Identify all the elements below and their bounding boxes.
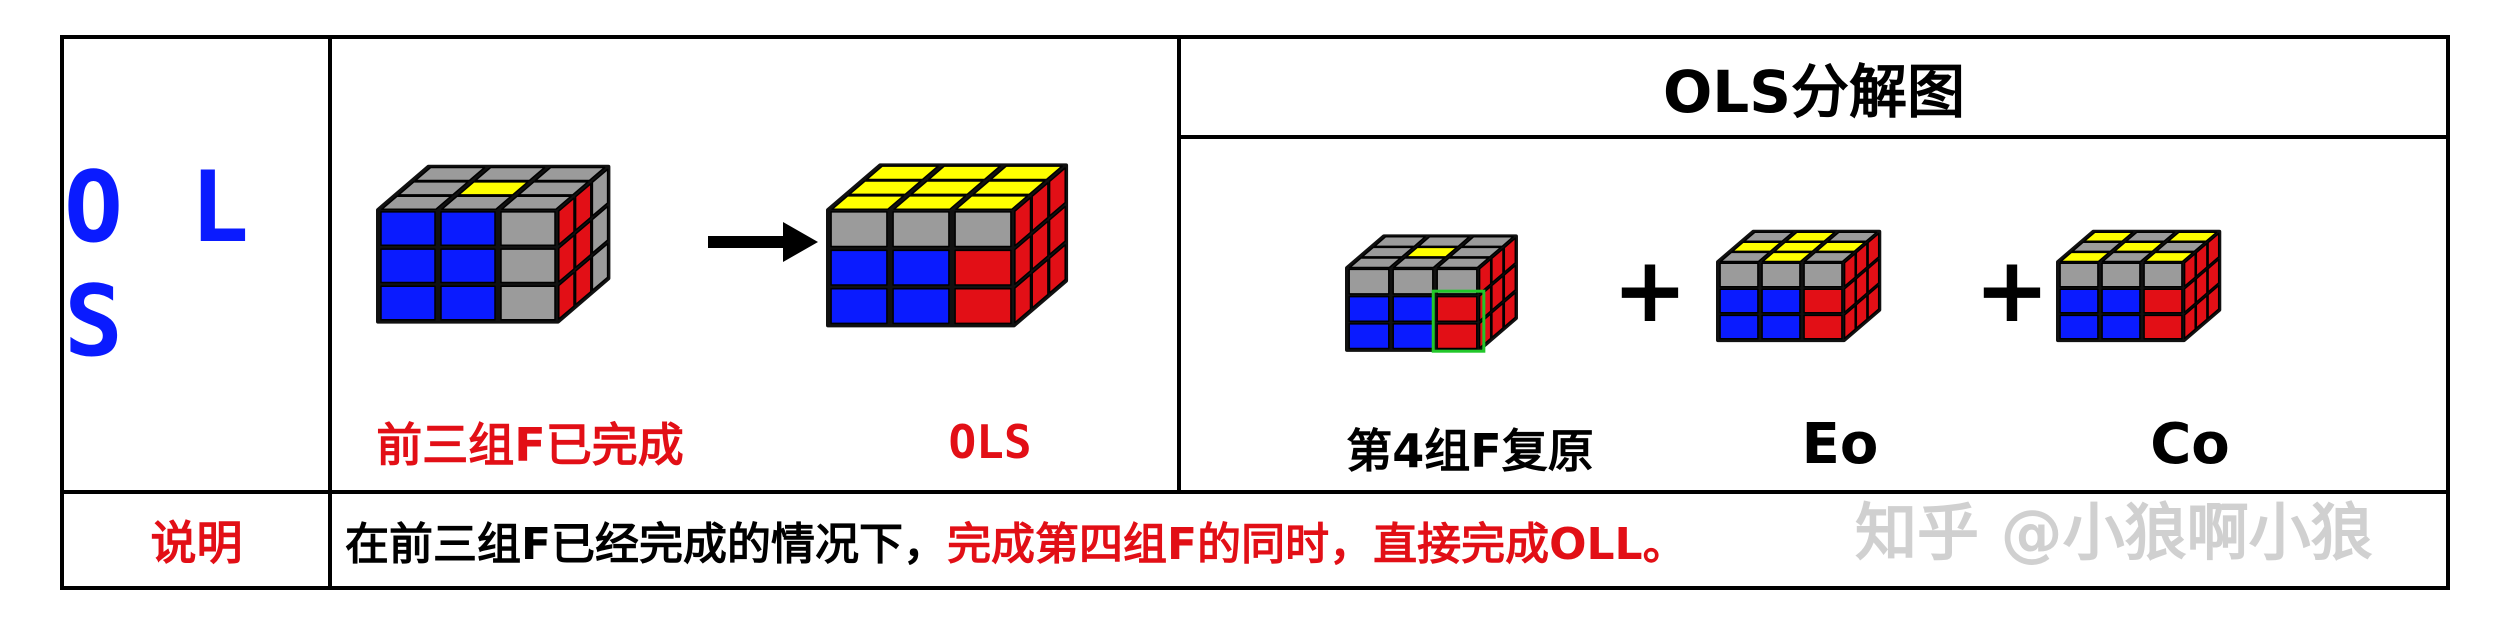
arrow-right-icon: [708, 222, 818, 262]
decomp-caption-2: Eo: [1801, 411, 1879, 477]
front-face-sticker: [830, 211, 888, 248]
front-face-sticker: [1348, 295, 1390, 322]
front-face-sticker: [1761, 288, 1801, 314]
front-face-sticker: [954, 288, 1012, 325]
front-face-sticker: [1348, 323, 1390, 350]
front-face-sticker: [1392, 295, 1434, 322]
watermark: 知乎 @小狼啊小狼: [1855, 496, 2373, 569]
explanation-text: 在前三组F已经完成的情况下， 完成第四组F的同时，直接完成OLL。: [345, 494, 1687, 586]
front-face-sticker: [1392, 323, 1434, 350]
explanation-text-black: 在前三组F已经完成的情况下，: [345, 519, 948, 570]
front-face-sticker: [2101, 288, 2141, 314]
front-face-sticker: [1719, 314, 1759, 340]
front-face-sticker: [954, 211, 1012, 248]
explanation-text-red: 完成第四组F的同时，直接完成OLL。: [947, 519, 1687, 570]
front-face-sticker: [380, 248, 436, 284]
explanation-label: 说明: [150, 516, 243, 570]
front-face-sticker: [2143, 262, 2183, 288]
front-face-sticker: [1803, 314, 1843, 340]
front-face-sticker: [500, 211, 556, 247]
front-face-sticker: [440, 285, 496, 321]
left-cube-caption: 前三组F已完成: [376, 418, 684, 472]
decomp-caption-1: 第4组F复原: [1346, 424, 1594, 478]
front-face-sticker: [380, 211, 436, 247]
front-face-sticker: [440, 211, 496, 247]
front-face-sticker: [1719, 288, 1759, 314]
front-face-sticker: [1436, 323, 1478, 350]
front-face-sticker: [1761, 262, 1801, 288]
cube-eo: [1716, 229, 1882, 343]
right-cube-caption: OLS: [948, 415, 1032, 469]
front-face-sticker: [1803, 288, 1843, 314]
front-face-sticker: [1761, 314, 1801, 340]
front-face-sticker: [830, 288, 888, 325]
front-face-sticker: [500, 285, 556, 321]
front-face-sticker: [2059, 314, 2099, 340]
plus-sign-2: +: [1974, 237, 2050, 343]
cube-f2l-done: [376, 164, 611, 324]
front-face-sticker: [380, 285, 436, 321]
front-face-sticker: [892, 288, 950, 325]
front-face-sticker: [2059, 288, 2099, 314]
front-face-sticker: [2143, 314, 2183, 340]
front-face-sticker: [892, 249, 950, 286]
front-face-sticker: [1436, 295, 1478, 322]
front-face-sticker: [830, 249, 888, 286]
front-face-sticker: [892, 211, 950, 248]
front-face-sticker: [2101, 314, 2141, 340]
front-face-sticker: [954, 249, 1012, 286]
front-face-sticker: [2143, 288, 2183, 314]
front-face-sticker: [500, 248, 556, 284]
front-face-sticker: [2101, 262, 2141, 288]
front-face-sticker: [1348, 268, 1390, 295]
cube-ols-result: [826, 163, 1069, 328]
front-face-sticker: [2059, 262, 2099, 288]
front-face-sticker: [1392, 268, 1434, 295]
cube-co: [2056, 229, 2222, 343]
front-face-sticker: [1719, 262, 1759, 288]
plus-sign-1: +: [1612, 237, 1688, 343]
front-face-sticker: [1803, 262, 1843, 288]
decomp-caption-3: Co: [2150, 411, 2230, 477]
front-face-sticker: [440, 248, 496, 284]
cube-fourth-pair: [1345, 234, 1518, 353]
